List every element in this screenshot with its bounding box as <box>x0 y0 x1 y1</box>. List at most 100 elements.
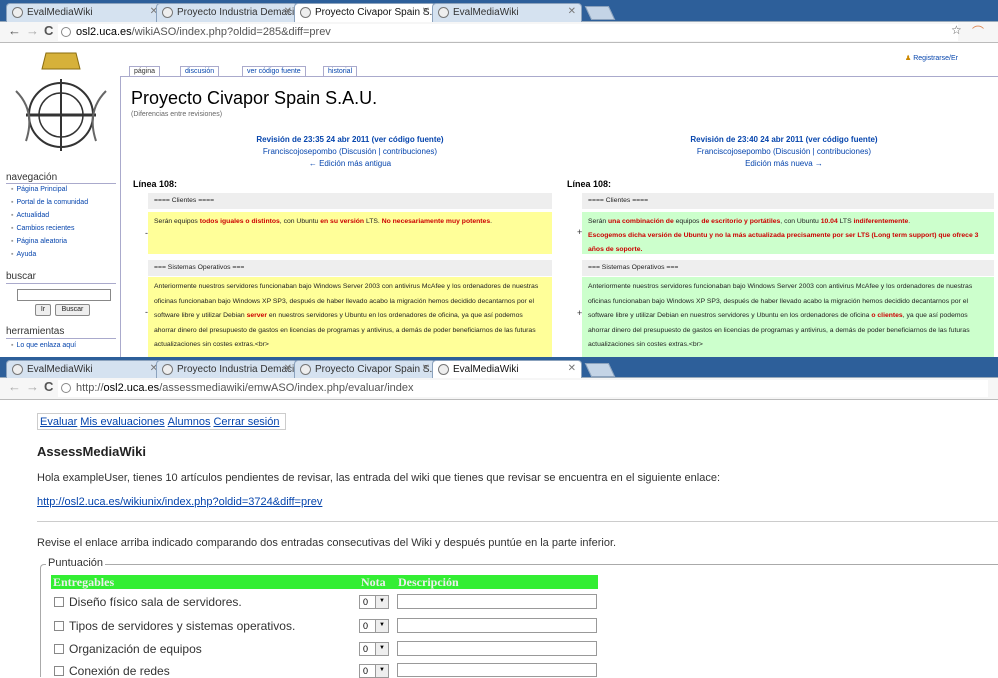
star-icon[interactable]: ☆ <box>951 23 962 37</box>
table-row: Organización de equipos <box>54 642 202 656</box>
globe-icon <box>300 7 311 18</box>
right-talk-links[interactable]: (Discusión | contribuciones) <box>773 147 871 156</box>
sidebar-nav-heading: navegación <box>6 172 58 183</box>
globe-icon <box>162 7 173 18</box>
tab-evalmediawiki[interactable]: EvalMediaWiki ✕ <box>6 3 164 22</box>
tab-proyecto-industria[interactable]: Proyecto Industria Demacio ✕ <box>156 360 298 379</box>
checkbox[interactable] <box>54 666 64 676</box>
tab-strip: EvalMediaWiki ✕ Proyecto Industria Demaci… <box>0 0 998 22</box>
descripcion-input[interactable] <box>397 618 597 633</box>
reload-icon[interactable]: C <box>44 379 53 394</box>
close-tab-icon[interactable]: ✕ <box>284 6 292 17</box>
sidebar-item-cambios[interactable]: Cambios recientes <box>11 225 74 232</box>
table-row: Conexión de redes <box>54 664 170 678</box>
diff-deleted-line-2: Anteriormente nuestros servidores funcio… <box>148 277 552 357</box>
globe-icon <box>162 364 173 375</box>
diff-added-line: Serán una combinación de equipos de escr… <box>582 212 994 254</box>
right-revision-title[interactable]: Revisión de 23:40 24 abr 2011 (ver códig… <box>669 134 899 146</box>
tab-evalmediawiki[interactable]: EvalMediaWiki ✕ <box>6 360 164 379</box>
tab-proyecto-civapor[interactable]: Proyecto Civapor Spain S.A ✕ <box>294 360 436 379</box>
register-link[interactable]: ♟ Registrarse/Er <box>905 54 958 62</box>
page-subtitle: (Diferencias entre revisiones) <box>131 111 223 118</box>
diff-context-right: ==== Clientes ==== <box>582 193 994 209</box>
nav-cerrar-sesion[interactable]: Cerrar sesión <box>213 416 279 428</box>
wiki-logo <box>15 52 107 151</box>
checkbox[interactable] <box>54 597 64 607</box>
nota-select[interactable]: 0 ▼ <box>359 595 389 609</box>
sidebar-item-actualidad[interactable]: Actualidad <box>11 212 49 219</box>
diff-context-left-2: === Sistemas Operativos === <box>148 260 552 276</box>
tab-evalmediawiki-2[interactable]: EvalMediaWiki ✕ <box>432 3 582 22</box>
descripcion-input[interactable] <box>397 641 597 656</box>
nota-select[interactable]: 0 ▼ <box>359 664 389 678</box>
diff-context-left: ==== Clientes ==== <box>148 193 552 209</box>
new-tab-button[interactable] <box>584 363 616 377</box>
chevron-down-icon: ▼ <box>375 620 388 632</box>
sidebar-item-lo-que-enlaza[interactable]: Lo que enlaza aquí <box>11 342 76 349</box>
right-author-link[interactable]: Franciscojosepombo <box>697 147 771 156</box>
search-button[interactable]: Buscar <box>55 304 90 316</box>
older-edit-link[interactable]: ← Edición más antigua <box>235 158 465 170</box>
table-row: Tipos de servidores y sistemas operativo… <box>54 619 295 633</box>
left-revision-title[interactable]: Revisión de 23:35 24 abr 2011 (ver códig… <box>235 134 465 146</box>
sidebar-item-portal[interactable]: Portal de la comunidad <box>11 199 88 206</box>
browser-window-wiki-diff: EvalMediaWiki ✕ Proyecto Industria Demaci… <box>0 0 998 357</box>
chevron-down-icon: ▼ <box>375 665 388 677</box>
close-tab-icon[interactable]: ✕ <box>568 6 576 17</box>
header-descripcion: Descripción <box>396 575 598 589</box>
toolbar: ← → C osl2.uca.es/wikiASO/index.php?oldi… <box>0 22 998 43</box>
right-revision-header: Revisión de 23:40 24 abr 2011 (ver códig… <box>669 134 899 170</box>
close-tab-icon[interactable]: ✕ <box>422 6 430 17</box>
tab-proyecto-civapor[interactable]: Proyecto Civapor Spain S.A ✕ <box>294 3 436 22</box>
page-icon <box>61 27 71 37</box>
right-line-label: Línea 108: <box>567 179 612 189</box>
sidebar-item-aleatoria[interactable]: Página aleatoria <box>11 238 67 245</box>
new-tab-button[interactable] <box>584 6 616 20</box>
tab-proyecto-industria[interactable]: Proyecto Industria Demacio ✕ <box>156 3 298 22</box>
search-input[interactable] <box>17 289 111 301</box>
forward-icon[interactable]: → <box>26 379 39 394</box>
diff-added-line-2: Anteriormente nuestros servidores funcio… <box>582 277 994 357</box>
descripcion-input[interactable] <box>397 663 597 677</box>
nav-mis-evaluaciones[interactable]: Mis evaluaciones <box>80 416 164 428</box>
user-icon: ♟ <box>905 55 912 62</box>
close-tab-icon[interactable]: ✕ <box>568 363 576 374</box>
left-talk-links[interactable]: (Discusión | contribuciones) <box>339 147 437 156</box>
nota-select[interactable]: 0 ▼ <box>359 619 389 633</box>
address-bar[interactable]: osl2.uca.es/wikiASO/index.php?oldid=285&… <box>58 24 958 41</box>
sidebar-tools-heading: herramientas <box>6 326 65 337</box>
close-tab-icon[interactable]: ✕ <box>422 363 430 374</box>
back-icon[interactable]: ← <box>8 23 21 38</box>
close-tab-icon[interactable]: ✕ <box>284 363 292 374</box>
chevron-down-icon: ▼ <box>375 596 388 608</box>
go-button[interactable]: Ir <box>35 304 51 316</box>
page-icon <box>61 383 71 393</box>
review-link[interactable]: http://osl2.uca.es/wikiunix/index.php?ol… <box>37 496 322 508</box>
sidebar-item-pagina-principal[interactable]: Página Principal <box>11 186 67 193</box>
nav-alumnos[interactable]: Alumnos <box>168 416 211 428</box>
sidebar-item-ayuda[interactable]: Ayuda <box>11 251 36 258</box>
forward-icon[interactable]: → <box>26 23 39 38</box>
app-heading: AssessMediaWiki <box>37 444 146 459</box>
instructions-text: Revise el enlace arriba indicado compara… <box>37 537 617 549</box>
chevron-down-icon: ▼ <box>375 643 388 655</box>
descripcion-input[interactable] <box>397 594 597 609</box>
checkbox[interactable] <box>54 644 64 654</box>
address-bar[interactable]: http://osl2.uca.es/assessmediawiki/emwAS… <box>58 380 988 397</box>
tab-evalmediawiki-active[interactable]: EvalMediaWiki ✕ <box>432 360 582 379</box>
globe-icon <box>438 364 449 375</box>
divider <box>37 521 998 522</box>
back-icon[interactable]: ← <box>8 379 21 394</box>
wrench-icon[interactable]: ⌒ <box>972 23 984 40</box>
divider <box>6 283 116 284</box>
diff-deleted-line: Serán equipos todos iguales o distintos,… <box>148 212 552 254</box>
header-nota: Nota <box>359 575 396 589</box>
nota-select[interactable]: 0 ▼ <box>359 642 389 656</box>
checkbox[interactable] <box>54 621 64 631</box>
left-author-link[interactable]: Franciscojosepombo <box>263 147 337 156</box>
toolbar: ← → C http://osl2.uca.es/assessmediawiki… <box>0 378 998 400</box>
nav-evaluar[interactable]: Evaluar <box>40 416 77 428</box>
intro-text: Hola exampleUser, tienes 10 artículos pe… <box>37 472 721 484</box>
reload-icon[interactable]: C <box>44 23 53 38</box>
newer-edit-link[interactable]: Edición más nueva → <box>669 158 899 170</box>
